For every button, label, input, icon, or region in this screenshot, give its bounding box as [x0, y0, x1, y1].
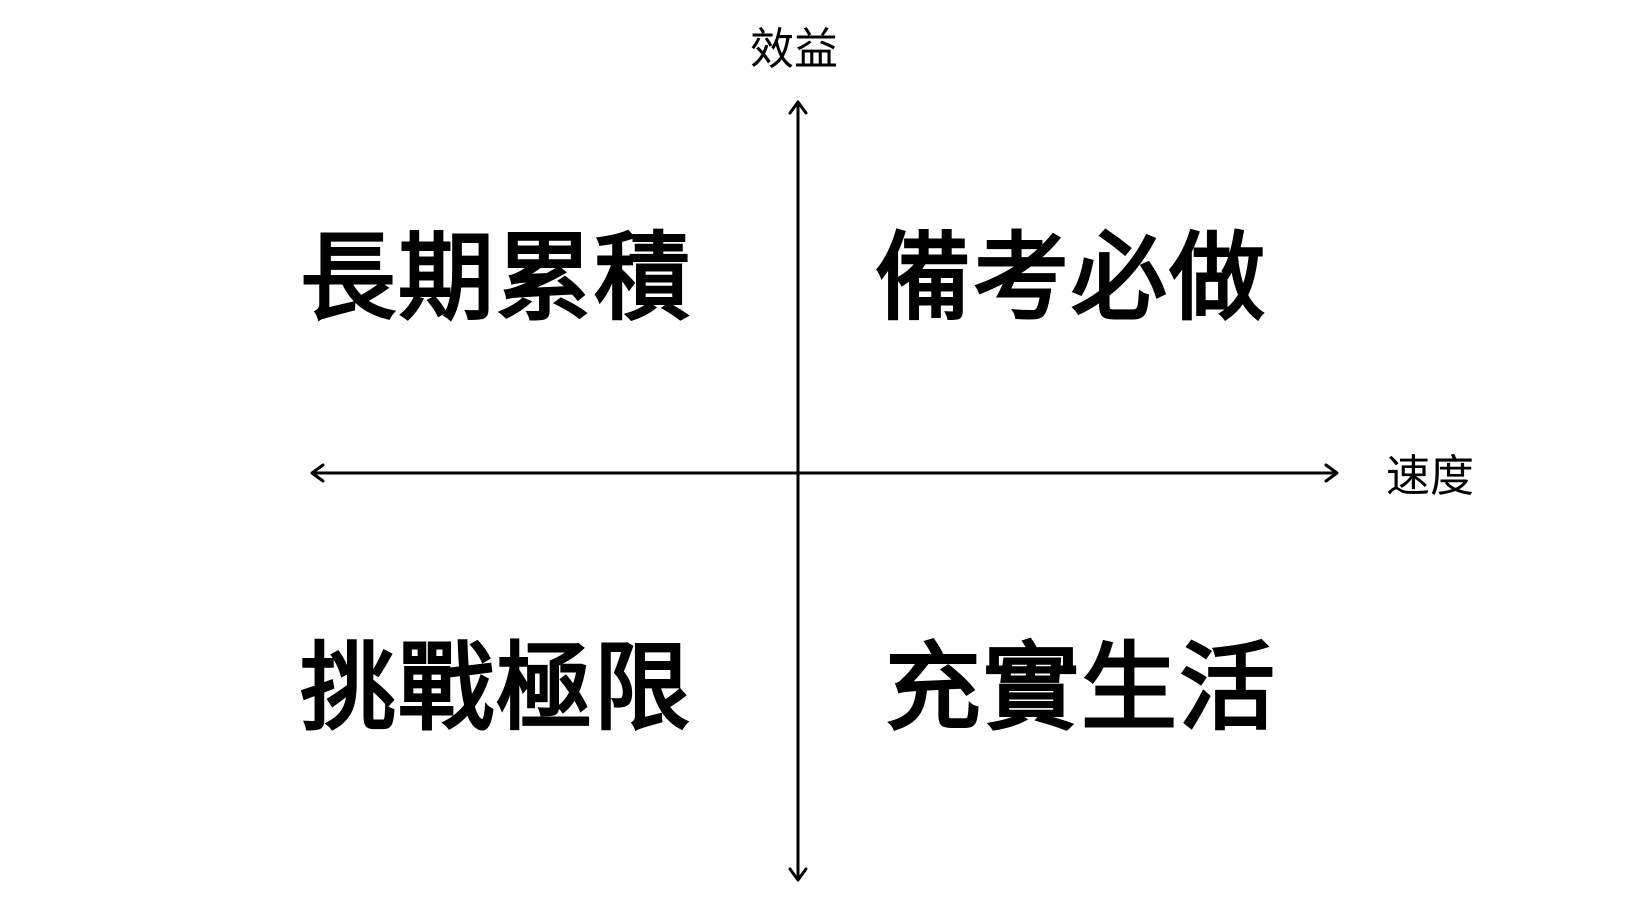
y-axis-label: 效益: [750, 24, 838, 75]
quadrant-top-left-label: 長期累積: [300, 222, 692, 334]
x-axis-label: 速度: [1386, 451, 1474, 502]
quadrant-top-right-label: 備考必做: [875, 222, 1267, 334]
quadrant-bottom-left-label: 挑戰極限: [300, 632, 692, 744]
quadrant-diagram: 效益 速度 長期累積 備考必做 挑戰極限 充實生活: [0, 0, 1640, 924]
quadrant-bottom-right-label: 充實生活: [885, 632, 1277, 744]
